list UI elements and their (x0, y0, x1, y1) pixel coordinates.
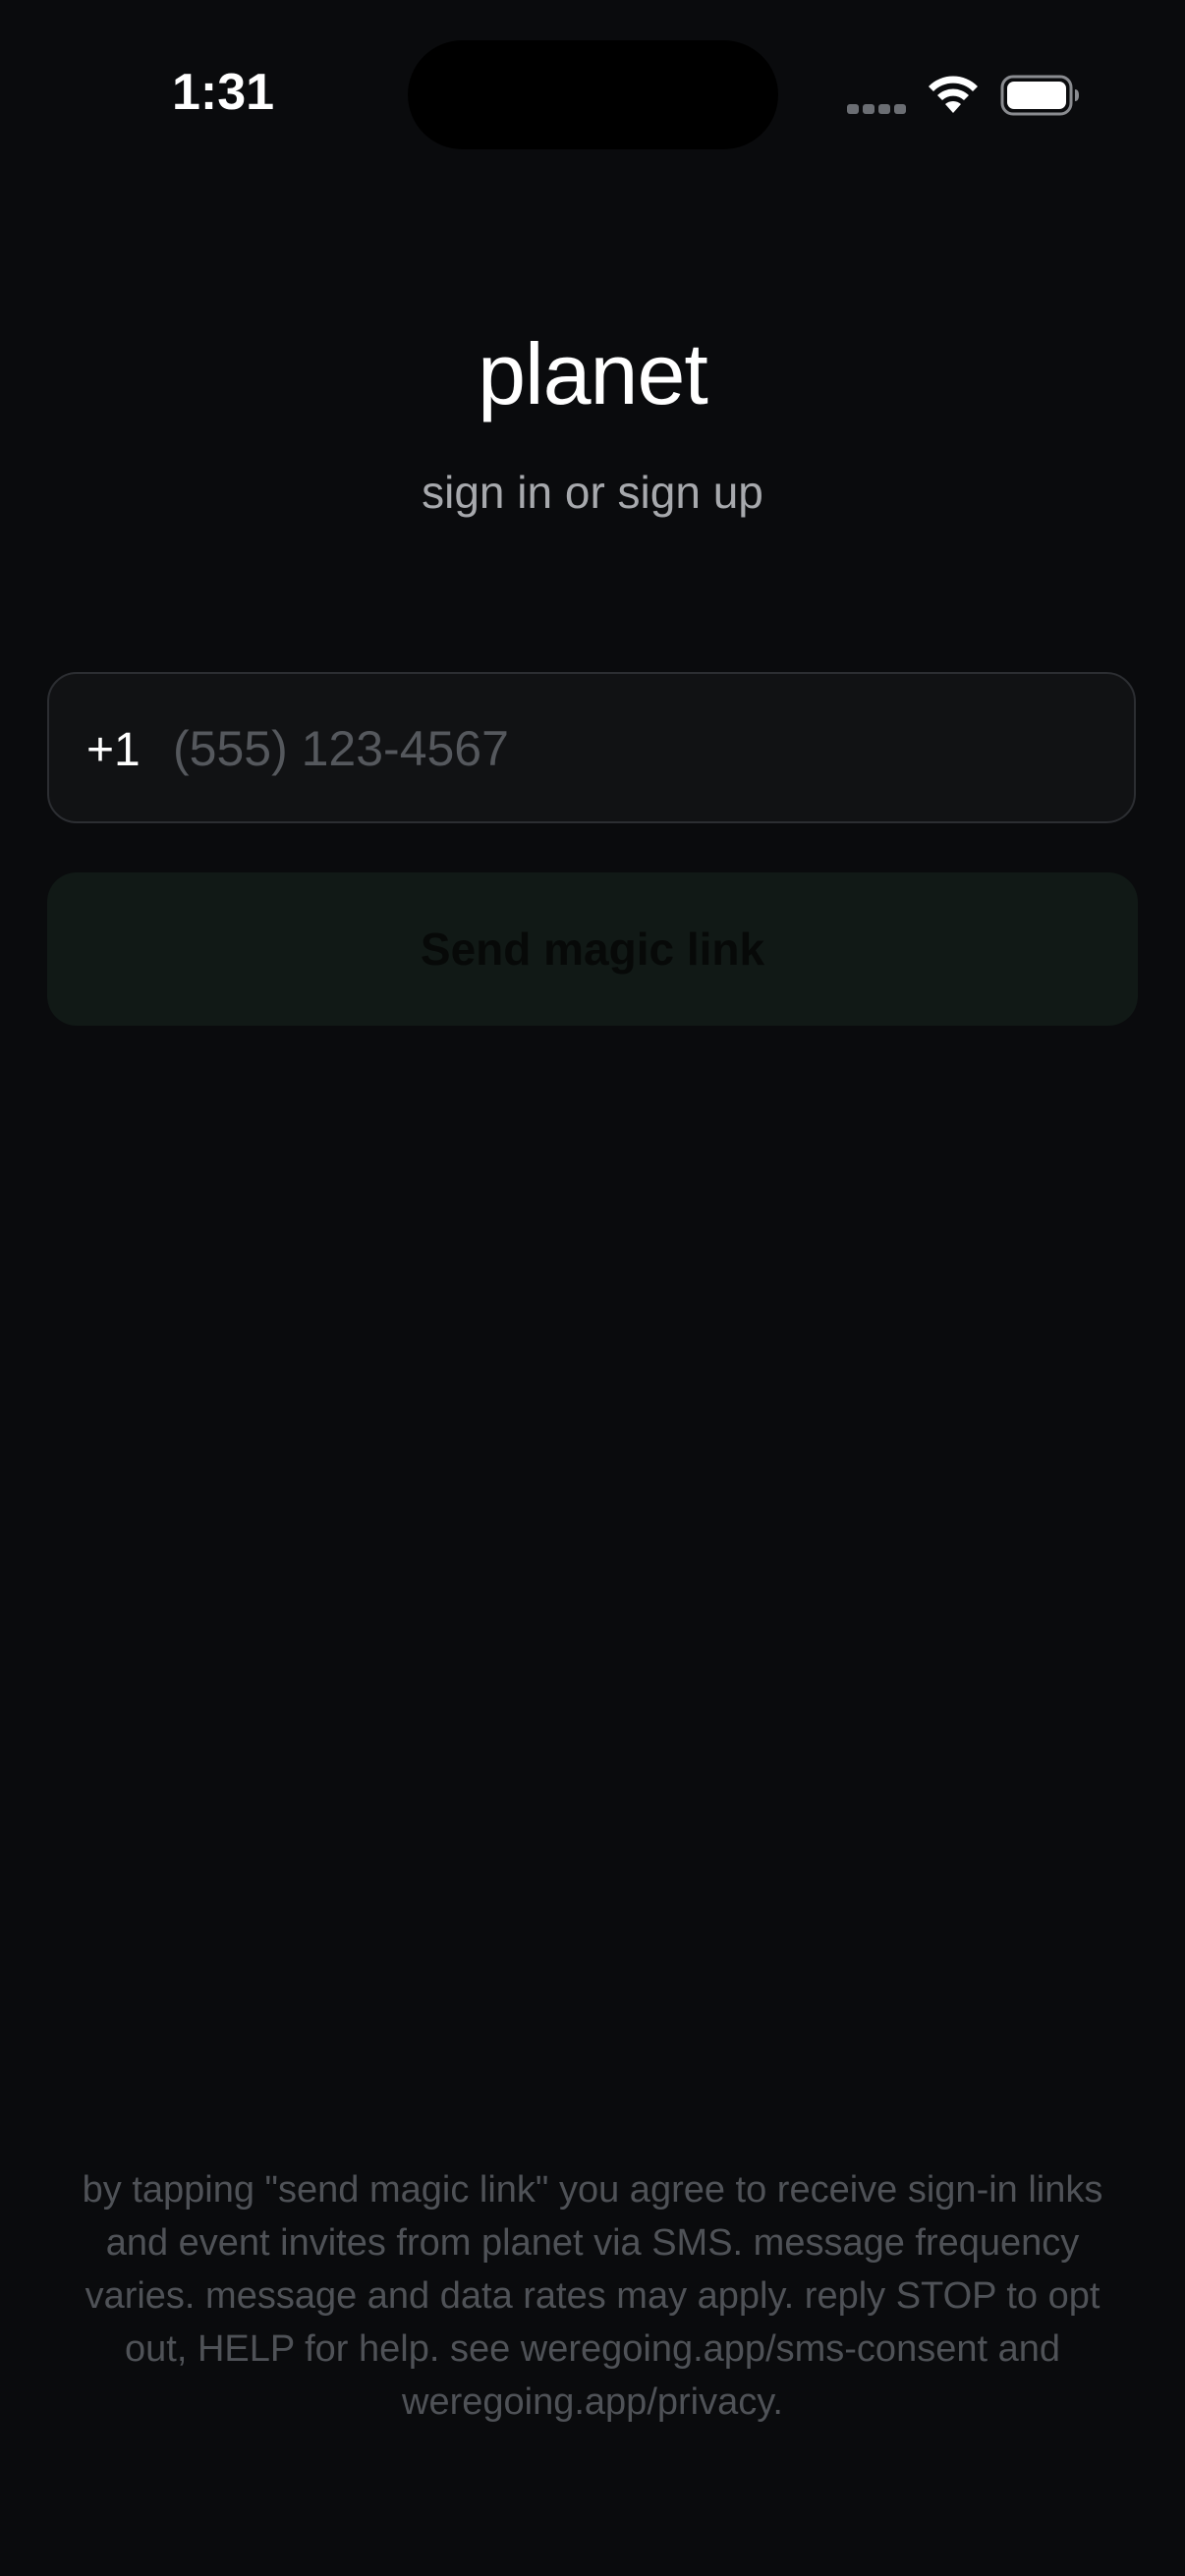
phone-input[interactable] (173, 709, 1057, 788)
page-subtitle: sign in or sign up (422, 467, 763, 518)
country-code[interactable]: +1 (86, 723, 141, 777)
status-time: 1:31 (172, 64, 275, 121)
legal-disclaimer: by tapping "send magic link" you agree t… (82, 2169, 1103, 2423)
wifi-icon (929, 76, 978, 113)
dynamic-island (408, 40, 778, 149)
status-bar: 1:31 (0, 0, 1185, 196)
phone-field[interactable]: +1 (47, 672, 1136, 823)
battery-icon (1000, 75, 1079, 116)
send-magic-link-button[interactable]: Send magic link (47, 872, 1138, 1026)
cellular-signal-icon (847, 102, 908, 116)
app-title: planet (478, 325, 708, 422)
